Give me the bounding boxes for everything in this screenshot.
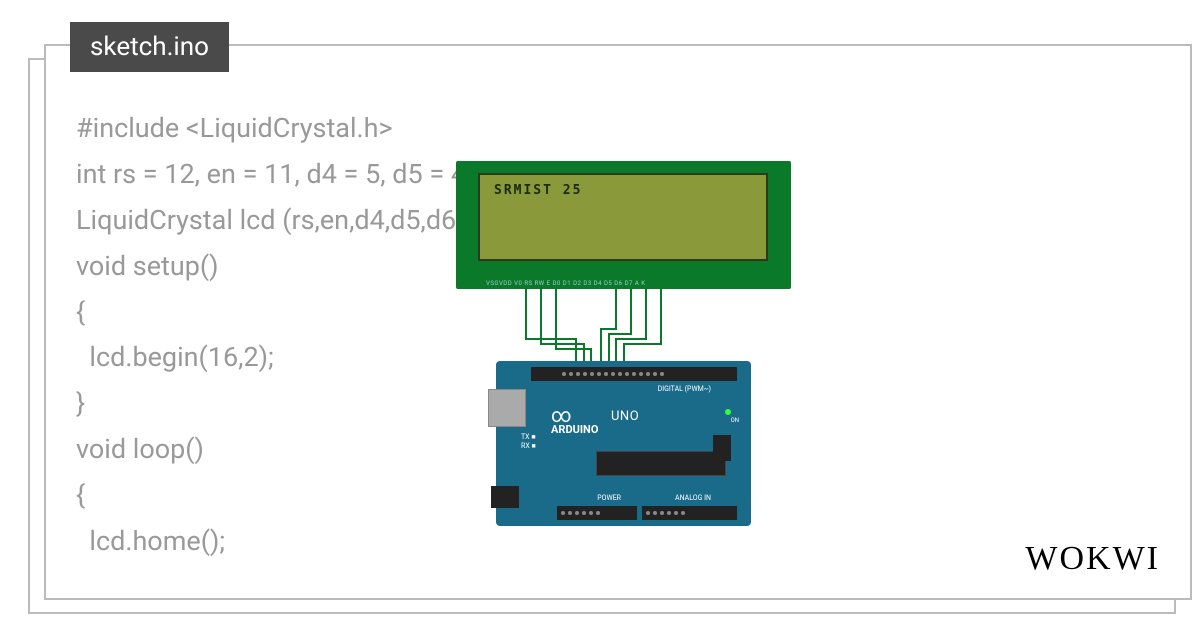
code-line: {: [76, 479, 85, 511]
digital-pin-header: [537, 367, 737, 381]
power-pin-header: [557, 506, 637, 520]
code-line: #include <LiquidCrystal.h>: [76, 112, 393, 144]
analog-section-label: ANALOG IN: [675, 494, 711, 502]
file-tab-label: sketch.ino: [90, 32, 209, 62]
lcd-module[interactable]: SRMIST 25 VSGVDD V0 RS RW E D0 D1 D2 D3 …: [456, 161, 791, 289]
power-section-label: POWER: [597, 494, 621, 502]
lcd-display-text: SRMIST 25: [494, 183, 582, 198]
code-line: {: [76, 296, 85, 328]
power-led-icon: [725, 409, 731, 415]
tx-rx-label: TX ■ RX ■: [521, 433, 536, 451]
isp-header-icon: [713, 435, 731, 461]
wokwi-brand-logo: WOKWI: [1025, 540, 1160, 578]
code-line: void loop(): [76, 433, 204, 465]
lcd-screen: SRMIST 25: [478, 173, 768, 261]
code-line: }: [76, 387, 85, 419]
on-led-label: ON: [731, 417, 739, 424]
arduino-uno-board[interactable]: ∞ ARDUINO UNO DIGITAL (PWM~) POWER ANALO…: [496, 361, 751, 526]
analog-pin-header: [642, 506, 737, 520]
atmega-chip-icon: [596, 451, 726, 476]
connection-wires: [436, 289, 816, 364]
lcd-pin-labels: VSGVDD V0 RS RW E D0 D1 D2 D3 D4 D5 D6 D…: [486, 280, 646, 287]
digital-section-label: DIGITAL (PWM~): [658, 385, 711, 393]
power-jack-icon: [491, 486, 519, 508]
arduino-brand-label: ARDUINO: [551, 423, 598, 436]
simulator-canvas[interactable]: SRMIST 25 VSGVDD V0 RS RW E D0 D1 D2 D3 …: [436, 161, 816, 511]
code-line: void setup(): [76, 250, 219, 282]
code-line: lcd.begin(16,2);: [76, 341, 274, 373]
usb-port-icon: [488, 389, 526, 427]
file-tab[interactable]: sketch.ino: [70, 22, 229, 72]
code-line: lcd.home();: [76, 525, 225, 557]
main-card: #include <LiquidCrystal.h> int rs = 12, …: [44, 44, 1192, 600]
aref-pin-header: [531, 367, 561, 381]
arduino-model-label: UNO: [611, 409, 639, 424]
